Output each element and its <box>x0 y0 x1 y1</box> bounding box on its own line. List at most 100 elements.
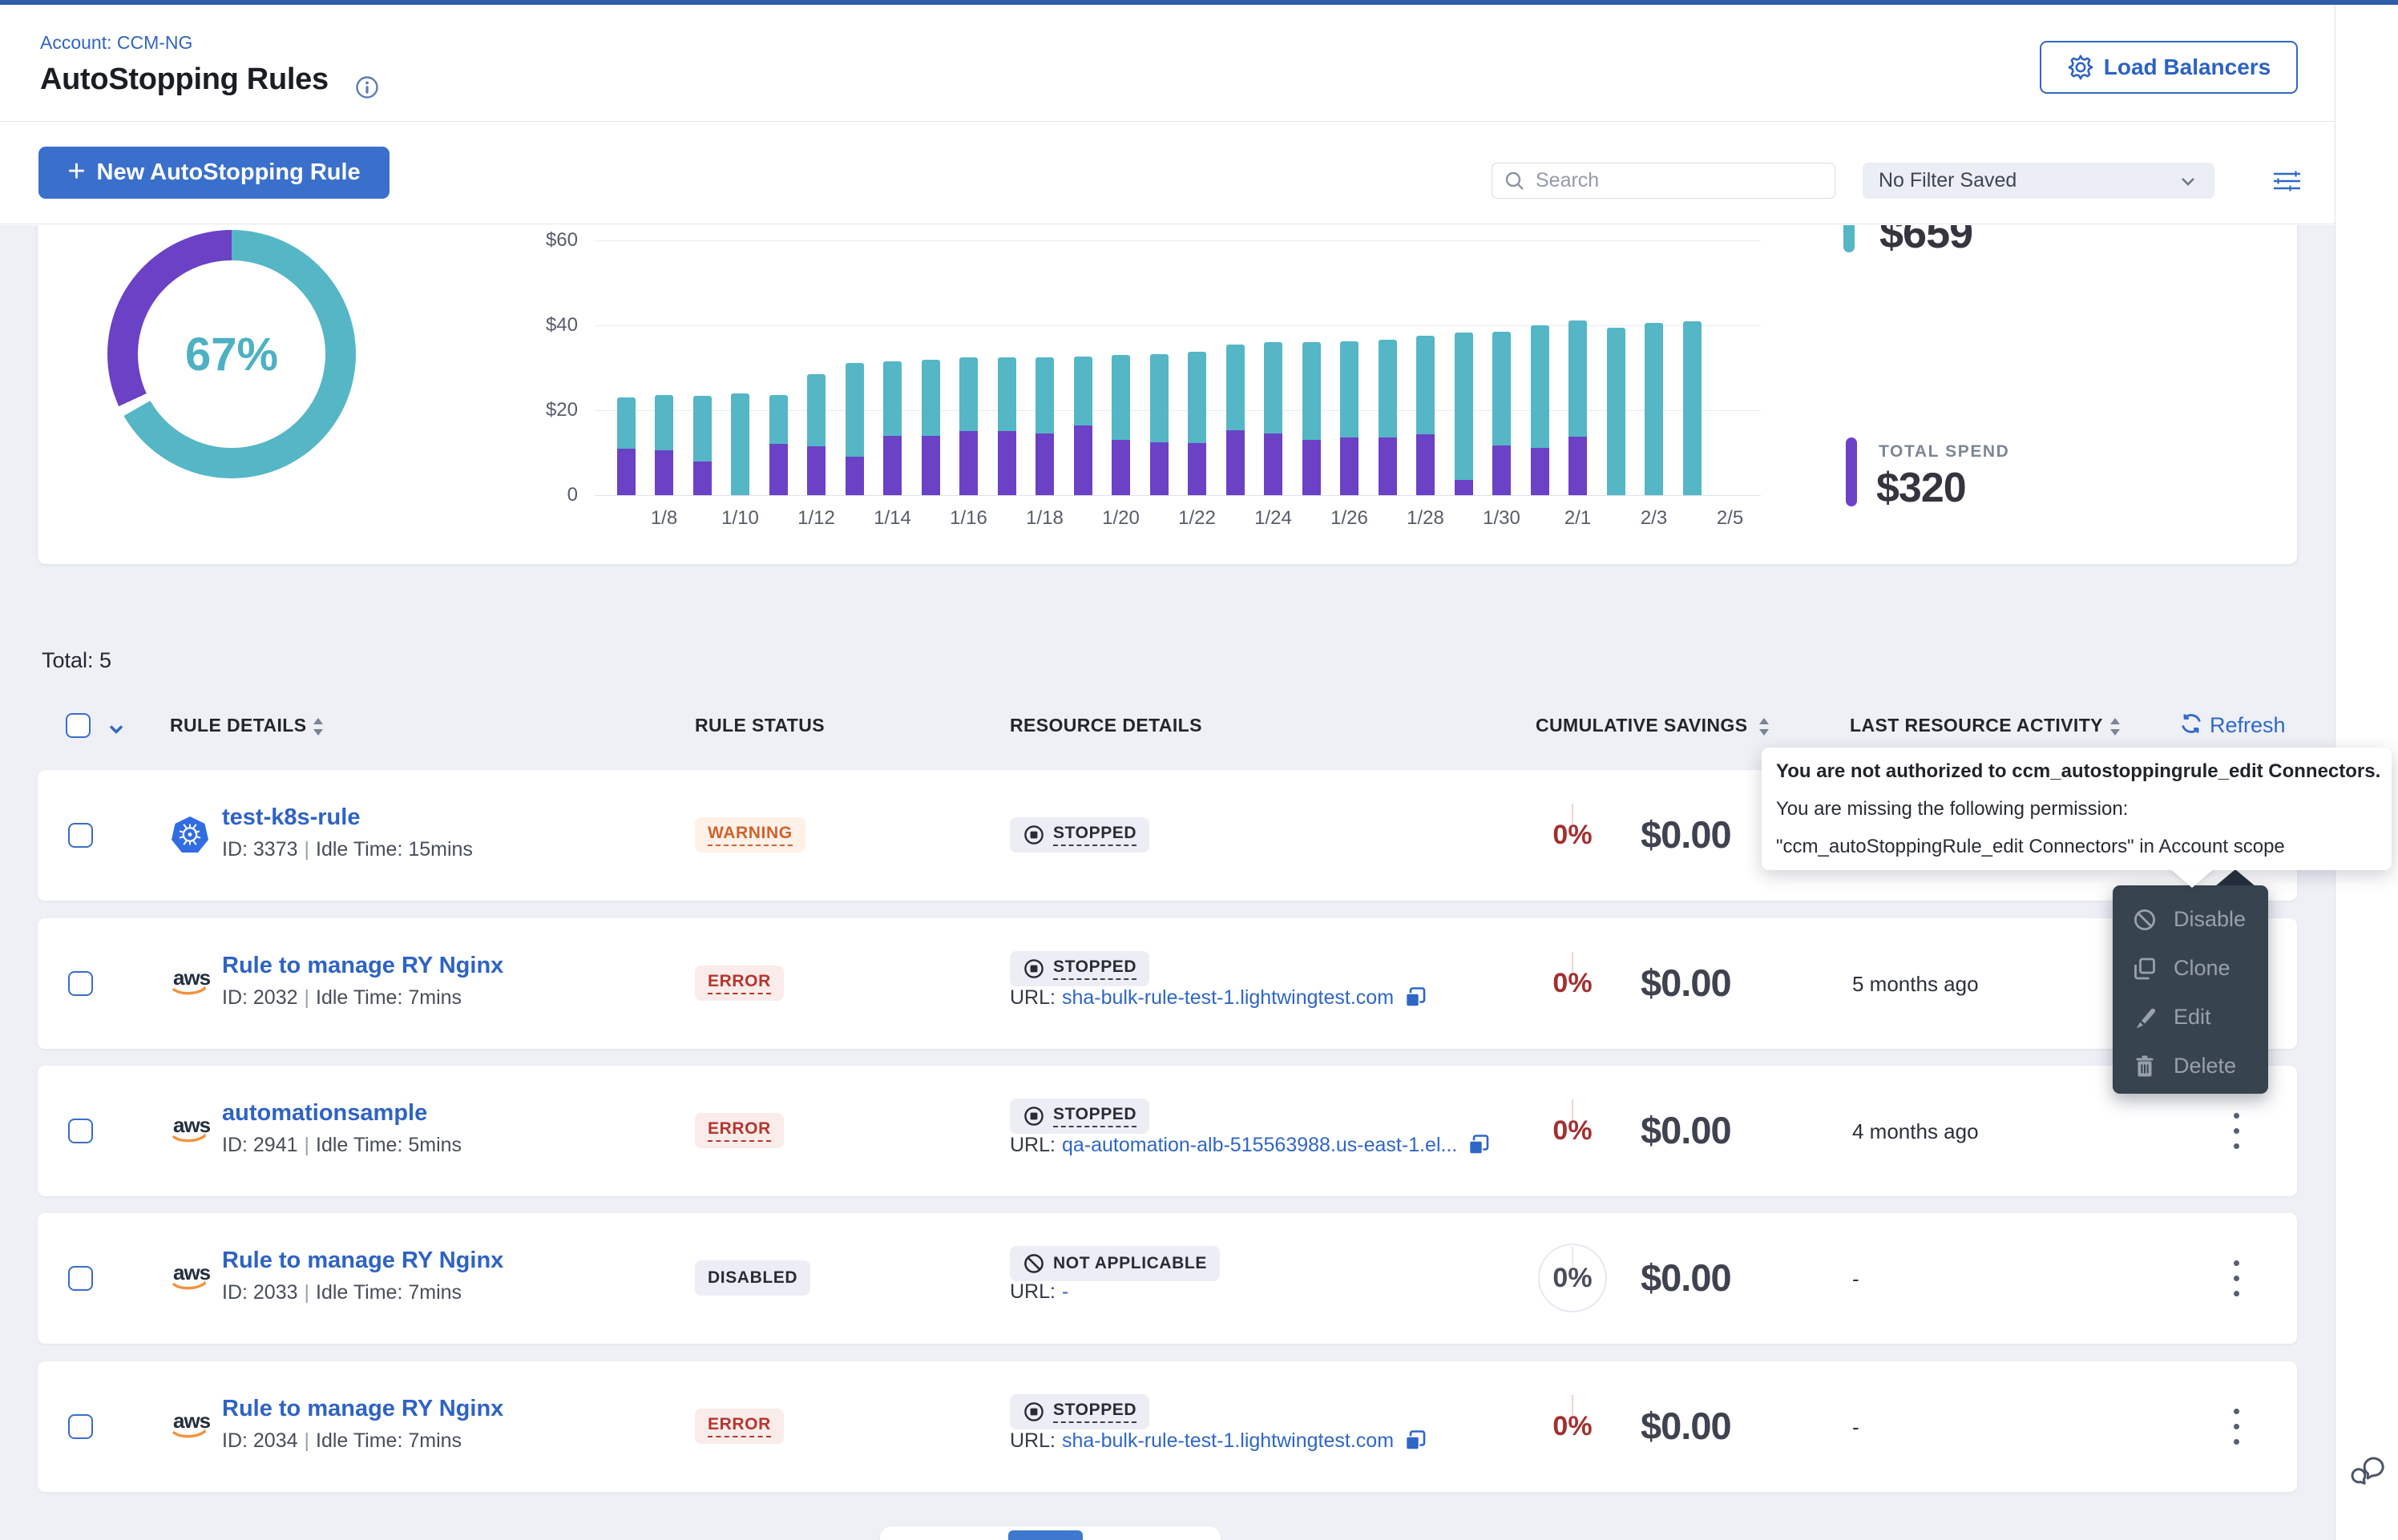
bar-savings-segment <box>1074 357 1092 425</box>
refresh-link[interactable]: Refresh <box>2210 713 2286 738</box>
y-tick-label: $60 <box>506 229 578 252</box>
column-header-rule-details[interactable]: RULE DETAILS <box>170 715 306 736</box>
row-checkbox[interactable] <box>68 1119 93 1143</box>
chat-icon[interactable] <box>2350 1452 2385 1487</box>
row-context-menu: DisableCloneEditDelete <box>2113 885 2268 1094</box>
savings-percent: 0% <box>1552 1115 1592 1147</box>
sort-icon[interactable] <box>1756 716 1772 738</box>
copy-icon <box>1467 1133 1491 1157</box>
rule-name-link[interactable]: automationsample <box>222 1100 427 1127</box>
load-balancers-button[interactable]: Load Balancers <box>2040 41 2298 94</box>
row-checkbox[interactable] <box>68 1266 93 1291</box>
bar-savings-segment <box>846 363 864 457</box>
aws-icon: aws <box>171 1259 211 1294</box>
context-menu-item-clone[interactable]: Clone <box>2113 944 2268 993</box>
copy-icon[interactable] <box>1403 1429 1427 1453</box>
row-checkbox[interactable] <box>68 823 93 848</box>
stopped-icon <box>1023 1105 1045 1127</box>
resource-url-link[interactable]: qa-automation-alb-515563988.us-east-1.el… <box>1062 1134 1457 1157</box>
new-autostopping-rule-button[interactable]: + New AutoStopping Rule <box>38 147 390 199</box>
clone-icon <box>2132 956 2158 982</box>
sort-icon[interactable] <box>2107 716 2123 738</box>
legend-savings-swatch <box>1843 225 1855 252</box>
bar-savings-segment <box>959 357 978 431</box>
search-input[interactable] <box>1536 169 1823 192</box>
row-menu-kebab-icon[interactable] <box>2220 1400 2252 1453</box>
rule-name-link[interactable]: Rule to manage RY Nginx <box>222 953 503 979</box>
copy-icon[interactable] <box>1467 1133 1491 1157</box>
copy-icon[interactable] <box>1403 986 1427 1010</box>
chevron-down-icon <box>2178 171 2198 191</box>
row-checkbox[interactable] <box>68 971 93 996</box>
column-header-resource-details[interactable]: RESOURCE DETAILS <box>1010 715 1202 736</box>
x-tick-label: 1/20 <box>1102 507 1140 530</box>
y-tick-label: 0 <box>506 484 578 506</box>
table-row-2: aws Rule to manage RY Nginx ID: 2032|Idl… <box>38 918 2297 1049</box>
copy-icon <box>1403 1429 1427 1453</box>
saved-filter-select[interactable]: No Filter Saved <box>1863 163 2214 199</box>
provider-icon: aws <box>171 1407 211 1442</box>
bar-savings-segment <box>1112 355 1130 440</box>
rule-id-idle: ID: 3373|Idle Time: 15mins <box>222 838 473 861</box>
row-checkbox[interactable] <box>68 1414 93 1439</box>
row-menu-kebab-icon[interactable] <box>2220 1104 2252 1157</box>
resource-url-link[interactable]: sha-bulk-rule-test-1.lightwingtest.com <box>1062 1429 1394 1453</box>
bar-spend-segment <box>1379 437 1397 495</box>
column-header-cumulative-savings[interactable]: CUMULATIVE SAVINGS <box>1536 715 1747 736</box>
sort-icon[interactable] <box>310 716 326 738</box>
info-icon[interactable] <box>355 75 379 99</box>
total-spend-label: TOTAL SPEND <box>1879 442 2009 462</box>
breadcrumb-account-link[interactable]: Account: CCM-NG <box>40 32 192 54</box>
bar-1/15 <box>922 360 940 495</box>
row-menu-kebab-icon[interactable] <box>2220 1252 2252 1304</box>
select-all-checkbox[interactable] <box>66 713 91 738</box>
bar-savings-segment <box>617 397 636 449</box>
rule-status-label: WARNING <box>708 824 793 846</box>
resource-badge-label: STOPPED <box>1053 1401 1136 1423</box>
rule-name-link[interactable]: Rule to manage RY Nginx <box>222 1248 503 1274</box>
table-header-row: RULE DETAILS RULE STATUS RESOURCE DETAIL… <box>0 706 2335 746</box>
delete-icon <box>2132 1054 2158 1079</box>
stopped-icon <box>1023 824 1045 846</box>
bar-2/3 <box>1645 323 1663 495</box>
bar-1/23 <box>1226 345 1245 495</box>
savings-percent: 0% <box>1552 820 1592 851</box>
rule-id-idle: ID: 2032|Idle Time: 7mins <box>222 986 462 1010</box>
tooltip-line-3: "ccm_autoStoppingRule_edit Connectors" i… <box>1776 828 2382 865</box>
gear-icon <box>2067 54 2094 81</box>
column-header-last-resource-activity[interactable]: LAST RESOURCE ACTIVITY <box>1850 715 2103 736</box>
context-menu-item-disable[interactable]: Disable <box>2113 895 2268 944</box>
x-tick-label: 1/10 <box>721 507 759 530</box>
tooltip-beak <box>2168 867 2216 888</box>
resource-url-line: URL: sha-bulk-rule-test-1.lightwingtest.… <box>1010 1429 1427 1453</box>
context-menu-item-delete[interactable]: Delete <box>2113 1042 2268 1090</box>
stopped-icon <box>1023 957 1045 980</box>
new-rule-label: New AutoStopping Rule <box>97 159 361 186</box>
aws-icon: aws <box>171 1407 211 1442</box>
plus-icon: + <box>67 156 85 187</box>
y-tick-label: $20 <box>506 399 578 421</box>
resource-url-link[interactable]: - <box>1062 1280 1068 1304</box>
refresh-icon[interactable] <box>2178 711 2204 736</box>
savings-value: $0.00 <box>1641 1108 1731 1152</box>
search-box <box>1492 163 1835 199</box>
savings-progress-ring: 0% <box>1538 949 1607 1018</box>
resource-url-link[interactable]: sha-bulk-rule-test-1.lightwingtest.com <box>1062 986 1394 1010</box>
load-balancers-label: Load Balancers <box>2104 54 2271 80</box>
x-tick-label: 1/22 <box>1178 507 1216 530</box>
svg-text:aws: aws <box>173 1260 211 1284</box>
rule-status-label: ERROR <box>708 1415 771 1437</box>
rule-status-badge: WARNING <box>695 817 805 853</box>
rule-name-link[interactable]: test-k8s-rule <box>222 804 360 831</box>
column-header-rule-status[interactable]: RULE STATUS <box>695 715 825 736</box>
bar-savings-segment <box>1226 345 1245 430</box>
y-tick-label: $40 <box>506 314 578 337</box>
rule-name-link[interactable]: Rule to manage RY Nginx <box>222 1396 503 1422</box>
filter-sliders-icon[interactable] <box>2268 163 2305 200</box>
rule-status-label: ERROR <box>708 972 771 994</box>
context-menu-item-edit[interactable]: Edit <box>2113 993 2268 1042</box>
pagination-active-page[interactable] <box>1008 1530 1083 1540</box>
saved-filter-value: No Filter Saved <box>1879 169 2016 192</box>
bar-spend-segment <box>617 449 636 495</box>
chevron-down-icon[interactable] <box>105 718 127 740</box>
